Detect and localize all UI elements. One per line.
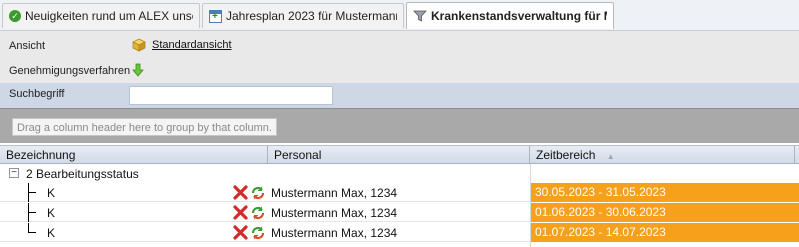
cell-personal: Mustermann Max, 1234 xyxy=(271,206,398,220)
column-header-bezeichnung[interactable]: Bezeichnung xyxy=(0,146,268,164)
check-circle-icon: ✓ xyxy=(9,10,21,22)
table-row[interactable]: K Mustermann Max, 1234 30.05.2023 - 31.0… xyxy=(0,183,799,202)
tree-connector xyxy=(28,223,38,242)
ansicht-value-link[interactable]: Standardansicht xyxy=(152,39,232,51)
refresh-icon[interactable] xyxy=(250,185,266,201)
column-header-label: Zeitbereich xyxy=(536,148,596,162)
cell-zeitbereich: 01.07.2023 - 14.07.2023 xyxy=(531,223,799,242)
row-actions xyxy=(233,225,266,241)
column-divider xyxy=(530,164,531,247)
filter-row-ansicht: Ansicht Standardansicht xyxy=(0,35,799,59)
cube-icon xyxy=(132,38,146,52)
tab-jahresplan[interactable]: Jahresplan 2023 für Mustermann ... xyxy=(202,3,404,28)
ansicht-selector[interactable]: Standardansicht xyxy=(132,38,232,52)
filter-row-genehmigung: Genehmigungsverfahren xyxy=(0,60,799,84)
column-header-personal[interactable]: Personal xyxy=(268,146,530,164)
row-actions xyxy=(233,185,266,201)
row-actions xyxy=(233,205,266,221)
filter-row-suchbegriff: Suchbegriff xyxy=(0,83,799,108)
cell-zeitbereich: 01.06.2023 - 30.06.2023 xyxy=(531,203,799,222)
ansicht-label: Ansicht xyxy=(9,40,46,52)
cell-personal: Mustermann Max, 1234 xyxy=(271,226,398,240)
table-row[interactable]: K Mustermann Max, 1234 01.06.2023 - 30.0… xyxy=(0,203,799,222)
column-header-label: Bezeichnung xyxy=(6,148,76,162)
refresh-icon[interactable] xyxy=(250,205,266,221)
table-row[interactable]: K Mustermann Max, 1234 01.07.2023 - 14.0… xyxy=(0,223,799,242)
arrow-down-icon xyxy=(132,63,144,77)
calendar-icon xyxy=(209,9,222,23)
tab-krankenstandsverwaltung[interactable]: Krankenstandsverwaltung für M... xyxy=(406,2,614,29)
cell-personal: Mustermann Max, 1234 xyxy=(271,186,398,200)
collapse-icon[interactable]: − xyxy=(9,168,19,178)
reject-icon[interactable] xyxy=(233,225,248,240)
group-by-hint: Drag a column header here to group by th… xyxy=(12,118,277,136)
tab-label: Jahresplan 2023 für Mustermann ... xyxy=(226,9,397,23)
sort-ascending-icon: ▲ xyxy=(606,152,615,161)
genehmigung-selector[interactable] xyxy=(132,63,144,77)
tree-connector xyxy=(28,183,38,202)
refresh-icon[interactable] xyxy=(250,225,266,241)
cell-bezeichnung: K xyxy=(47,226,56,240)
tree-connector xyxy=(28,203,38,222)
cell-bezeichnung: K xyxy=(47,206,56,220)
tab-bar: ✓ Neuigkeiten rund um ALEX unser... Jahr… xyxy=(0,0,799,31)
genehmigung-label: Genehmigungsverfahren xyxy=(9,65,131,77)
suchbegriff-input[interactable] xyxy=(129,86,333,105)
column-header-overflow[interactable] xyxy=(795,146,799,164)
grid-header: Bezeichnung Personal Zeitbereich ▲ xyxy=(0,145,799,164)
reject-icon[interactable] xyxy=(233,205,248,220)
filter-panel: Ansicht Standardansicht Genehmigungsverf… xyxy=(0,31,799,108)
group-by-panel[interactable]: Drag a column header here to group by th… xyxy=(0,108,799,143)
group-row[interactable]: − 2 Bearbeitungsstatus xyxy=(0,164,799,183)
tab-label: Neuigkeiten rund um ALEX unser... xyxy=(25,9,193,23)
group-row-label: 2 Bearbeitungsstatus xyxy=(26,167,139,181)
column-header-zeitbereich[interactable]: Zeitbereich ▲ xyxy=(530,146,795,164)
column-header-label: Personal xyxy=(274,148,322,162)
cell-zeitbereich: 30.05.2023 - 31.05.2023 xyxy=(531,183,799,202)
funnel-icon xyxy=(413,9,427,23)
reject-icon[interactable] xyxy=(233,185,248,200)
tab-neuigkeiten[interactable]: ✓ Neuigkeiten rund um ALEX unser... xyxy=(2,3,200,28)
tab-label: Krankenstandsverwaltung für M... xyxy=(431,9,607,23)
suchbegriff-label: Suchbegriff xyxy=(9,88,65,100)
cell-bezeichnung: K xyxy=(47,186,56,200)
